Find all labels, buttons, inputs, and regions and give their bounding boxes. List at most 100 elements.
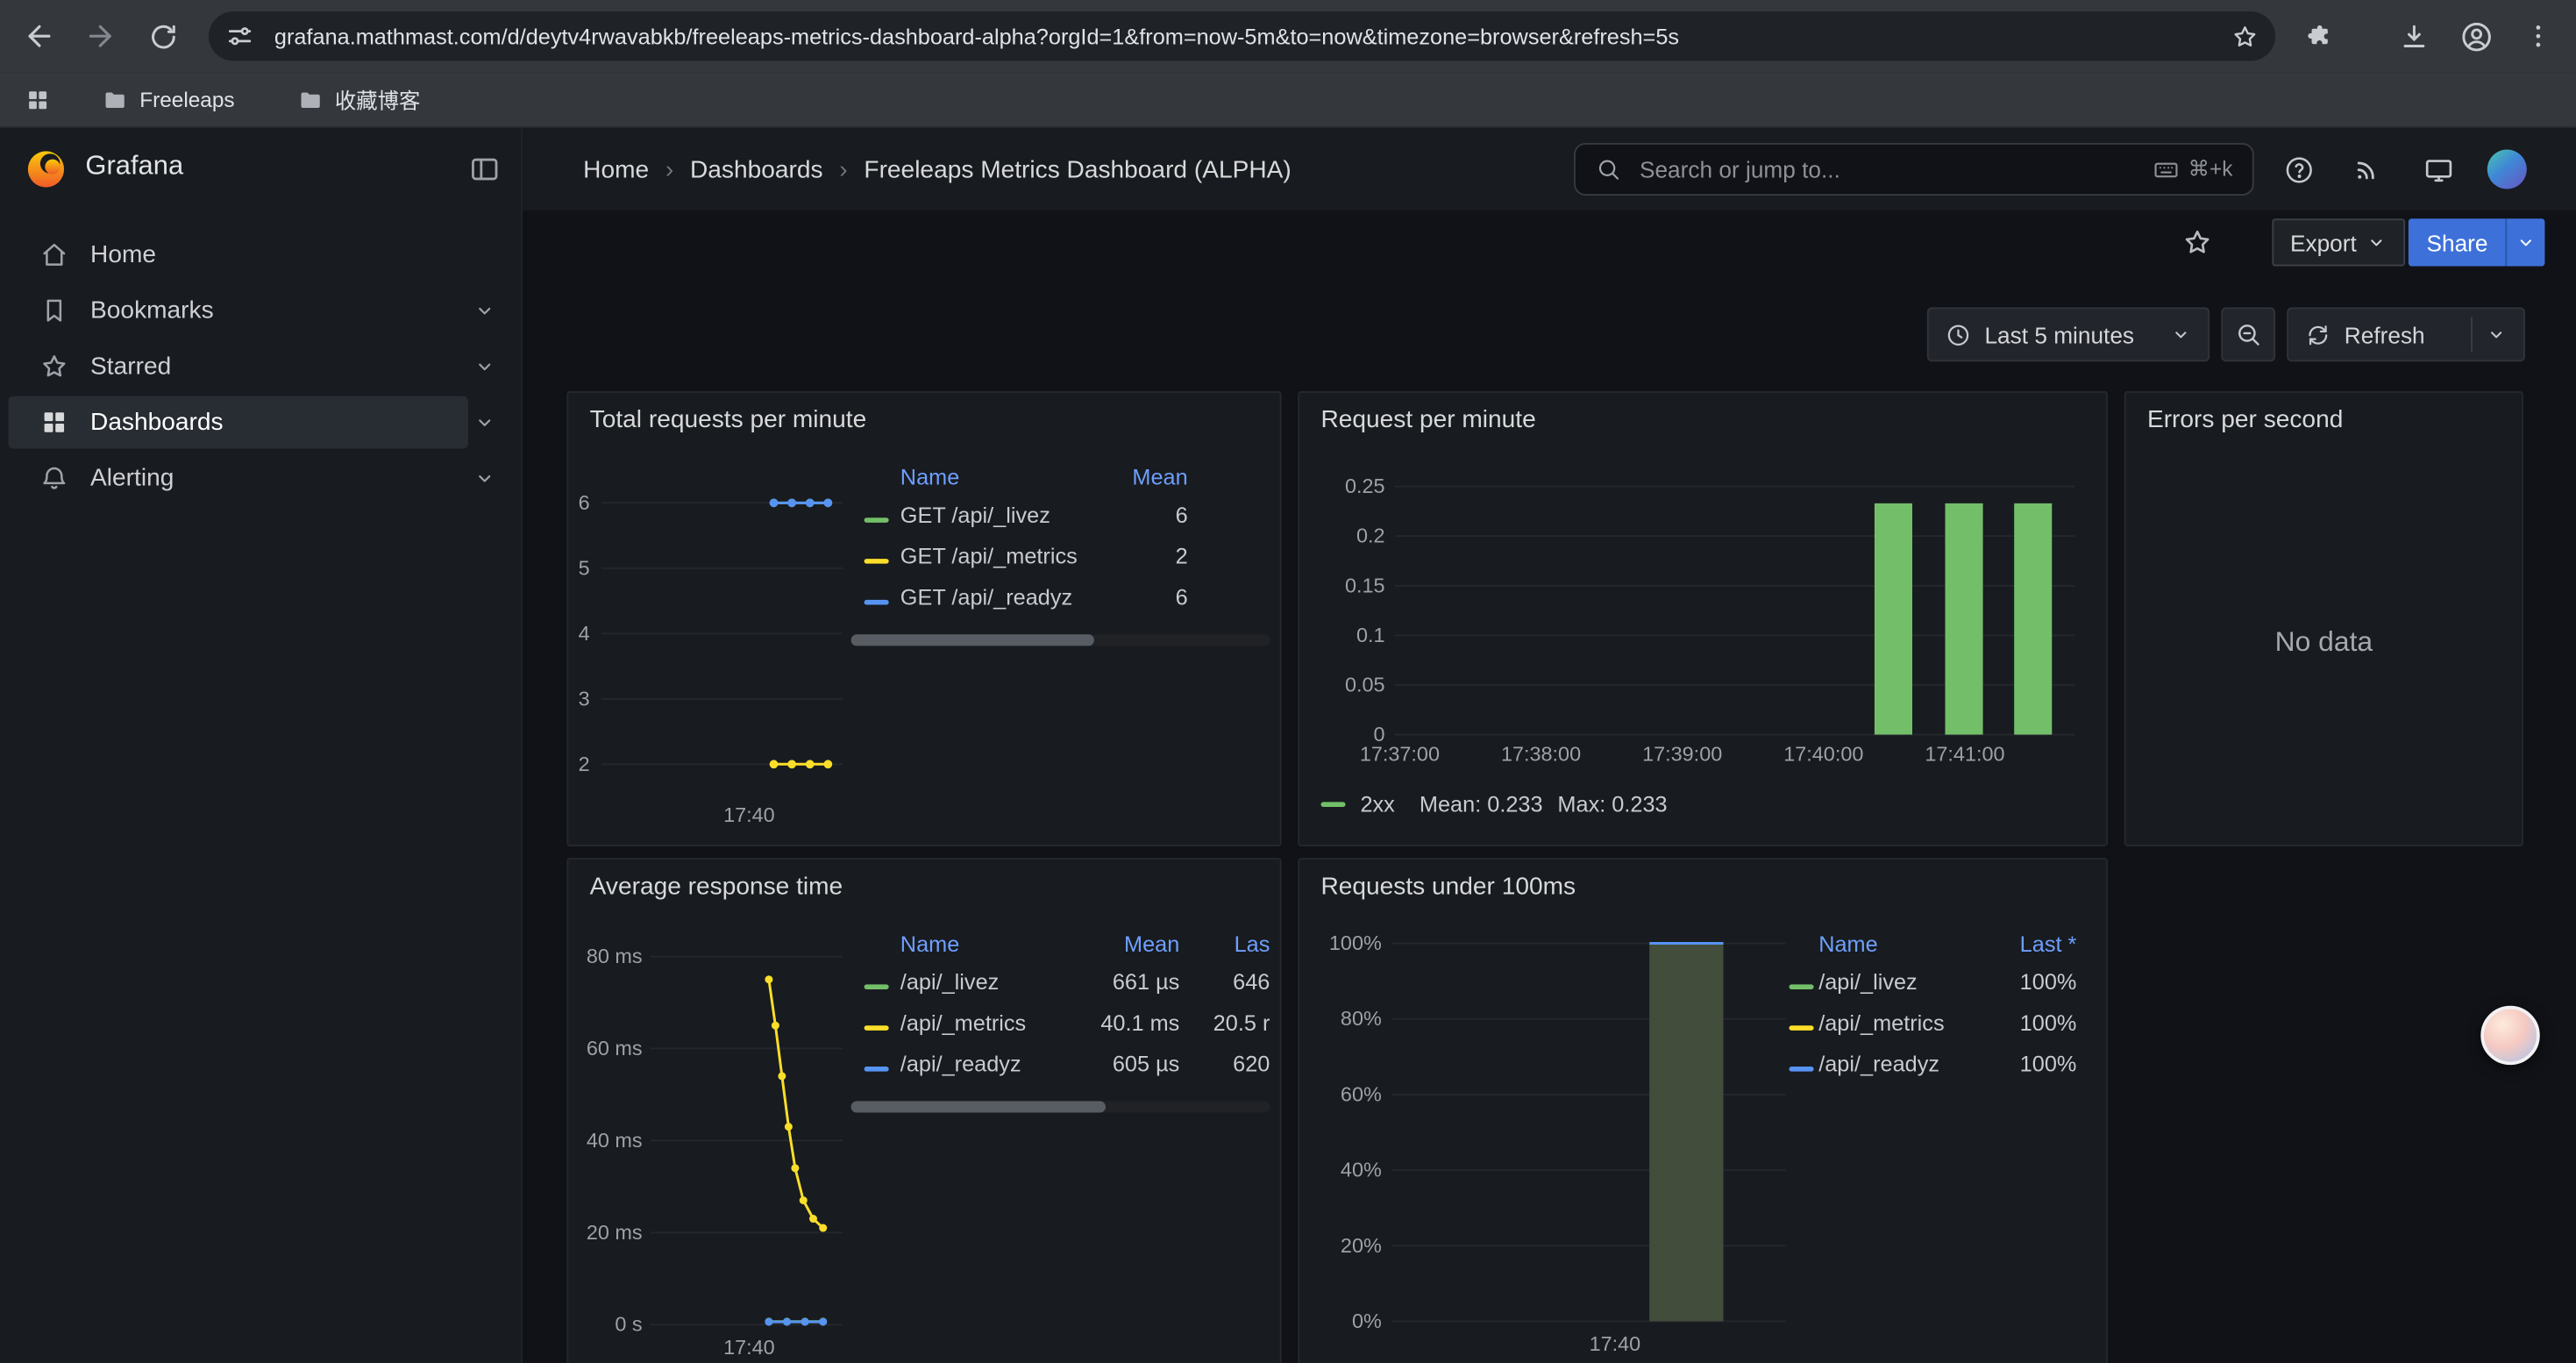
address-bar[interactable] xyxy=(209,11,2275,61)
sidebar-item-label: Alerting xyxy=(90,464,174,492)
legend-series-name[interactable]: GET /api/_metrics xyxy=(900,544,1098,568)
assistant-avatar-button[interactable] xyxy=(2480,1006,2539,1065)
legend-column-header[interactable]: Name xyxy=(900,931,1088,955)
user-avatar[interactable] xyxy=(2487,150,2527,189)
news-rss-icon[interactable] xyxy=(2345,146,2390,192)
panel-title[interactable]: Average response time xyxy=(590,873,843,901)
monitor-icon[interactable] xyxy=(2415,146,2460,192)
legend-column-header[interactable]: Last * xyxy=(1983,931,2077,955)
panel-title[interactable]: Request per minute xyxy=(1320,406,1535,434)
reload-icon[interactable] xyxy=(139,13,185,59)
legend-series-name[interactable]: /api/_livez xyxy=(1818,969,1982,994)
zoom-out-button[interactable] xyxy=(2221,307,2275,361)
breadcrumb-item[interactable]: Home xyxy=(583,155,649,183)
time-range-picker[interactable]: Last 5 minutes xyxy=(1927,307,2210,361)
svg-text:5: 5 xyxy=(579,556,590,579)
panel-title[interactable]: Requests under 100ms xyxy=(1320,873,1576,901)
share-label[interactable]: Share xyxy=(2409,218,2506,266)
search-box[interactable]: ⌘+k xyxy=(1574,143,2254,196)
legend-row: GET /api/_metrics2 xyxy=(851,536,1270,577)
bookmark-item[interactable]: Freeleaps xyxy=(92,80,245,119)
svg-text:60 ms: 60 ms xyxy=(587,1037,643,1060)
bookmark-star-icon[interactable] xyxy=(2226,18,2262,54)
svg-text:17:37:00: 17:37:00 xyxy=(1360,743,1440,766)
grafana-logo-icon[interactable] xyxy=(25,148,68,191)
site-controls-icon[interactable] xyxy=(225,21,255,51)
legend-series-name[interactable]: GET /api/_livez xyxy=(900,503,1098,527)
legend-column-header[interactable]: Mean xyxy=(1087,931,1179,955)
legend-series-name[interactable]: /api/_metrics xyxy=(900,1010,1088,1035)
legend-row: /api/_readyz605 µs620 xyxy=(851,1044,1270,1085)
sidebar-item-alerting[interactable]: Alerting xyxy=(0,450,521,506)
share-menu-chevron-icon[interactable] xyxy=(2506,218,2545,266)
svg-text:17:40: 17:40 xyxy=(723,1336,775,1359)
sidebar-item-starred[interactable]: Starred xyxy=(0,339,521,395)
folder-icon xyxy=(297,86,324,112)
legend-series-name[interactable]: /api/_livez xyxy=(900,969,1088,994)
back-icon[interactable] xyxy=(17,13,62,59)
legend-row: /api/_livez100% xyxy=(1775,961,2076,1003)
svg-text:0.15: 0.15 xyxy=(1345,574,1385,596)
sidebar-nav: HomeBookmarksStarred Dashboards Alerting xyxy=(0,227,521,507)
sidebar-item-home[interactable]: Home xyxy=(0,227,521,283)
downloads-icon[interactable] xyxy=(2390,13,2436,59)
series-color-dash xyxy=(1320,802,1345,808)
share-button[interactable]: Share xyxy=(2409,218,2545,266)
forward-icon[interactable] xyxy=(77,13,123,59)
profile-icon[interactable] xyxy=(2452,13,2498,59)
sidebar-item-bookmarks[interactable]: Bookmarks xyxy=(0,282,521,339)
folder-icon xyxy=(102,86,128,112)
legend-series-name[interactable]: /api/_readyz xyxy=(1818,1052,1982,1076)
legend-scrollbar[interactable] xyxy=(851,1101,1270,1112)
help-icon[interactable] xyxy=(2275,146,2321,192)
legend-column-header[interactable]: Name xyxy=(900,464,1098,489)
chevron-down-icon[interactable] xyxy=(473,410,496,433)
sidebar-item-dashboards[interactable]: Dashboards xyxy=(0,395,521,451)
bookmark-items: Freeleaps 收藏博客 xyxy=(92,80,473,119)
export-button[interactable]: Export xyxy=(2272,218,2406,266)
legend-column-header[interactable]: Mean xyxy=(1098,464,1188,489)
legend-header: NameLast * xyxy=(1775,925,2076,961)
sidebar-item-label: Dashboards xyxy=(90,409,224,437)
legend-scrollbar[interactable] xyxy=(851,634,1270,646)
bar-chart[interactable]: 0.250.20.150.10.05017:37:0017:38:0017:39… xyxy=(1299,393,2108,846)
extensions-icon[interactable] xyxy=(2296,13,2342,59)
legend-series-name[interactable]: /api/_readyz xyxy=(900,1052,1088,1076)
scrollbar-thumb[interactable] xyxy=(851,1101,1106,1112)
scrollbar-thumb[interactable] xyxy=(851,634,1094,646)
series-color-dash xyxy=(1789,1024,1813,1031)
chevron-down-icon[interactable] xyxy=(473,355,496,378)
favorite-star-icon[interactable] xyxy=(2175,220,2218,263)
legend-column-header[interactable]: Las xyxy=(1179,931,1270,955)
legend-value: 620 xyxy=(1179,1052,1270,1076)
chevron-down-icon[interactable] xyxy=(473,467,496,489)
search-shortcut: ⌘+k xyxy=(2152,155,2232,183)
breadcrumb-item[interactable]: Freeleaps Metrics Dashboard (ALPHA) xyxy=(864,155,1291,183)
legend-value: 100% xyxy=(1983,1052,2077,1076)
refresh-button[interactable]: Refresh xyxy=(2287,307,2525,361)
legend-series-name[interactable]: 2xx xyxy=(1360,792,1394,817)
svg-text:17:40: 17:40 xyxy=(1590,1332,1641,1355)
panel-average-response-time: Average response time 80 ms60 ms40 ms20 … xyxy=(566,858,1281,1363)
breadcrumb-item[interactable]: Dashboards xyxy=(690,155,823,183)
legend-max-value: Max: 0.233 xyxy=(1557,792,1667,817)
svg-text:80%: 80% xyxy=(1341,1007,1382,1030)
svg-text:40%: 40% xyxy=(1341,1159,1382,1181)
panel-title[interactable]: Total requests per minute xyxy=(590,406,867,434)
panel-errors-per-second: Errors per second No data xyxy=(2124,391,2523,846)
url-input[interactable] xyxy=(271,22,2210,50)
bookmark-item[interactable]: 收藏博客 xyxy=(288,80,431,119)
sidebar-toggle-icon[interactable] xyxy=(465,150,504,189)
legend-column-header[interactable]: Name xyxy=(1818,931,1982,955)
legend-series-name[interactable]: GET /api/_readyz xyxy=(900,585,1098,610)
svg-text:6: 6 xyxy=(579,491,590,514)
browser-menu-icon[interactable] xyxy=(2516,13,2561,59)
legend-series-name[interactable]: /api/_metrics xyxy=(1818,1010,1982,1035)
svg-text:0.1: 0.1 xyxy=(1356,624,1385,646)
search-input[interactable] xyxy=(1636,154,2152,184)
refresh-interval-chevron-icon[interactable] xyxy=(2486,324,2507,345)
svg-text:40 ms: 40 ms xyxy=(587,1129,643,1152)
chevron-down-icon[interactable] xyxy=(473,299,496,322)
panel-title[interactable]: Errors per second xyxy=(2147,406,2343,434)
apps-grid-icon[interactable] xyxy=(17,78,60,121)
